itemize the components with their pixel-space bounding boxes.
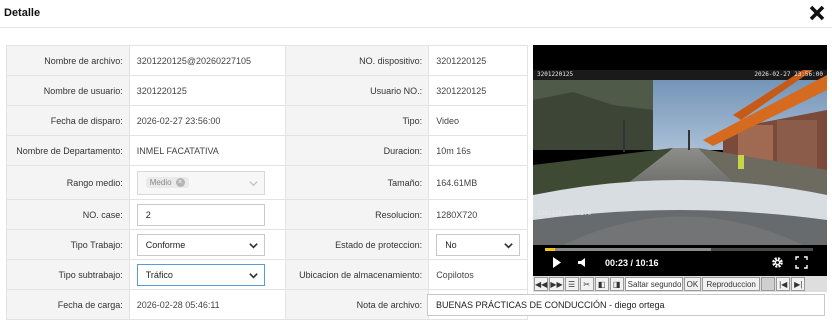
label-departamento: Nombre de Departamento: bbox=[7, 136, 130, 165]
cut-icon[interactable]: ✂ bbox=[579, 277, 594, 291]
video-frame[interactable]: 3201220125 2026-02-27 23:56:00 320122012… bbox=[533, 70, 827, 245]
fullscreen-icon[interactable] bbox=[795, 256, 808, 269]
value-no-case: 2 bbox=[129, 200, 287, 229]
label-nombre-archivo: Nombre de archivo: bbox=[7, 46, 130, 75]
prev-icon[interactable]: |◀ bbox=[776, 277, 791, 291]
label-tipo-subtrabajo: Tipo subtrabajo: bbox=[7, 260, 130, 289]
player-toolbar: ◀◀ ▶▶ ☰ ✂ ◧ ◨ Saltar segundo OK Reproduc… bbox=[533, 276, 827, 292]
saltar-segundo-input[interactable]: Saltar segundo bbox=[624, 277, 683, 291]
form-row: Nombre de usuario: 3201220125 Usuario NO… bbox=[7, 76, 528, 106]
remove-tag-icon[interactable]: × bbox=[175, 178, 185, 187]
rango-medio-tag: Medio × bbox=[145, 177, 189, 188]
form-row: Tipo subtrabajo: Tráfico Ubicacion de al… bbox=[7, 260, 528, 290]
value-tipo-trabajo: Conforme bbox=[129, 230, 287, 259]
label-nota-archivo: Nota de archivo: bbox=[286, 290, 430, 319]
form-row: Fecha de carga: 2026-02-28 05:46:11 Nota… bbox=[7, 290, 825, 320]
reproduccion-button[interactable]: Reproduccion bbox=[702, 277, 761, 291]
chevron-down-icon bbox=[249, 272, 258, 279]
frame-forward-icon[interactable]: ◨ bbox=[609, 277, 624, 291]
form-row: Nombre de archivo: 3201220125@2026022710… bbox=[7, 46, 528, 76]
detail-form: Nombre de archivo: 3201220125@2026022710… bbox=[6, 45, 825, 320]
osd-datetime: 2026-02-27 23:56:00 bbox=[754, 71, 823, 78]
frame-back-icon[interactable]: ◧ bbox=[594, 277, 609, 291]
toolbar-spacer bbox=[761, 277, 776, 291]
form-row: NO. case: 2 Resolucion: 1280X720 bbox=[7, 200, 528, 230]
chevron-down-icon bbox=[249, 180, 258, 186]
dialog-header: Detalle bbox=[0, 0, 832, 28]
label-no-case: NO. case: bbox=[7, 200, 130, 229]
close-icon[interactable] bbox=[808, 4, 826, 22]
value-duracion: 10m 16s bbox=[429, 136, 528, 165]
value-no-dispositivo: 3201220125 bbox=[429, 46, 528, 75]
label-tipo-trabajo: Tipo Trabajo: bbox=[7, 230, 130, 259]
rango-medio-select[interactable]: Medio × bbox=[136, 170, 265, 195]
no-case-input[interactable]: 2 bbox=[136, 203, 265, 226]
label-usuario-no: Usuario NO.: bbox=[286, 76, 430, 105]
label-nombre-usuario: Nombre de usuario: bbox=[7, 76, 130, 105]
label-ubicacion: Ubicacion de almacenamiento: bbox=[286, 260, 430, 289]
form-row: Fecha de disparo: 2026-02-27 23:56:00 Ti… bbox=[7, 106, 528, 136]
label-no-dispositivo: NO. dispositivo: bbox=[286, 46, 430, 75]
progress-fill bbox=[545, 248, 555, 251]
value-resolucion: 1280X720 bbox=[429, 200, 528, 229]
time-display: 00:23 / 10:16 bbox=[605, 258, 659, 268]
osd-device: 3201220125 bbox=[537, 71, 574, 78]
label-estado-proteccion: Estado de proteccion: bbox=[286, 230, 430, 259]
label-tamano: Tamaño: bbox=[286, 166, 430, 199]
form-row: Rango medio: Medio × Tamaño: 164.61MB bbox=[7, 166, 528, 200]
dashcam-scene bbox=[533, 70, 827, 245]
value-usuario-no: 3201220125 bbox=[429, 76, 528, 105]
label-duracion: Duracion: bbox=[286, 136, 430, 165]
buffer-fill bbox=[545, 248, 712, 251]
video-player[interactable]: 3201220125 2026-02-27 23:56:00 320122012… bbox=[533, 45, 827, 292]
player-controls: 00:23 / 10:16 bbox=[533, 245, 827, 276]
play-icon[interactable] bbox=[552, 257, 562, 268]
value-rango-medio: Medio × bbox=[129, 166, 287, 199]
progress-bar[interactable] bbox=[545, 248, 813, 251]
chevron-down-icon bbox=[504, 242, 513, 249]
label-fecha-carga: Fecha de carga: bbox=[7, 290, 130, 319]
form-row: Nombre de Departamento: INMEL FACATATIVA… bbox=[7, 136, 528, 166]
next-icon[interactable]: ▶| bbox=[791, 277, 806, 291]
value-tipo: Video bbox=[429, 106, 528, 135]
value-ubicacion: Copilotos bbox=[429, 260, 528, 289]
value-departamento: INMEL FACATATIVA bbox=[129, 136, 287, 165]
label-resolucion: Resolucion: bbox=[286, 200, 430, 229]
value-nombre-usuario: 3201220125 bbox=[129, 76, 287, 105]
value-fecha-carga: 2026-02-28 05:46:11 bbox=[129, 290, 287, 319]
label-tipo: Tipo: bbox=[286, 106, 430, 135]
value-tipo-subtrabajo: Tráfico bbox=[129, 260, 287, 289]
form-row: Tipo Trabajo: Conforme Estado de protecc… bbox=[7, 230, 528, 260]
value-nota-archivo: BUENAS PRÁCTICAS DE CONDUCCIÓN - diego o… bbox=[427, 290, 825, 319]
tipo-trabajo-select[interactable]: Conforme bbox=[136, 233, 265, 256]
label-rango-medio: Rango medio: bbox=[7, 166, 130, 199]
value-tamano: 164.61MB bbox=[429, 166, 528, 199]
value-nombre-archivo: 3201220125@20260227105 bbox=[129, 46, 287, 75]
value-estado-proteccion: No bbox=[429, 230, 528, 259]
dialog-title: Detalle bbox=[4, 7, 41, 19]
ok-button[interactable]: OK bbox=[683, 277, 702, 291]
osd-version: 3201220125 V2.0 bbox=[537, 210, 592, 217]
rewind-button[interactable]: ◀◀ bbox=[534, 277, 549, 291]
chevron-down-icon bbox=[249, 242, 258, 249]
settings-icon[interactable] bbox=[771, 256, 784, 269]
volume-icon[interactable] bbox=[577, 257, 588, 268]
label-fecha-disparo: Fecha de disparo: bbox=[7, 106, 130, 135]
nota-archivo-input[interactable]: BUENAS PRÁCTICAS DE CONDUCCIÓN - diego o… bbox=[427, 293, 825, 316]
estado-proteccion-select[interactable]: No bbox=[436, 233, 521, 256]
value-fecha-disparo: 2026-02-27 23:56:00 bbox=[129, 106, 287, 135]
tipo-subtrabajo-select[interactable]: Tráfico bbox=[136, 263, 265, 286]
list-icon[interactable]: ☰ bbox=[564, 277, 579, 291]
fast-forward-button[interactable]: ▶▶ bbox=[549, 277, 564, 291]
